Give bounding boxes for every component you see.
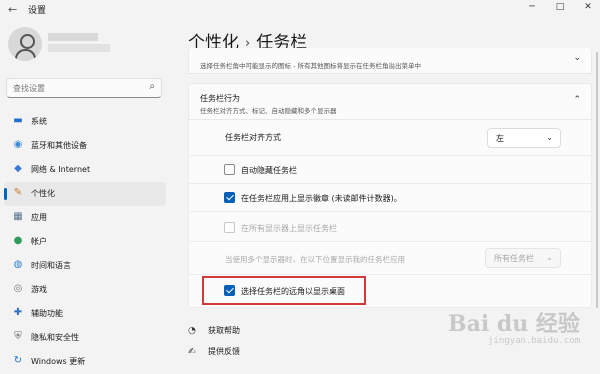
- feedback-icon: ✍: [188, 347, 196, 357]
- accessibility-icon: ✚: [13, 307, 23, 318]
- sidebar-item-label: 系统: [31, 117, 47, 126]
- chevron-down-icon: ⌄: [546, 253, 553, 262]
- app-title: 设置: [28, 6, 47, 16]
- sidebar-nav: ▬ 系统 ◉ 蓝牙和其他设备 ◆ 网络 & Internet ✎ 个性化 ▦ 应用 ● 帐户 ◍ 时间和语…: [4, 110, 166, 374]
- sidebar-item[interactable]: ⛨ 隐私和安全性: [4, 326, 166, 350]
- sidebar-item[interactable]: ✚ 辅助功能: [4, 302, 166, 326]
- minimize-button[interactable]: ─: [521, 0, 543, 14]
- sidebar-item[interactable]: ◍ 时间和语言: [4, 254, 166, 278]
- search-icon[interactable]: ⌕: [149, 81, 155, 92]
- update-icon: ↻: [13, 355, 23, 366]
- section-description: 任务栏对齐方式、标记、自动隐藏和多个显示器: [200, 107, 337, 115]
- sidebar-item-label: 隐私和安全性: [31, 333, 79, 342]
- globe-clock-icon: ◍: [13, 259, 23, 270]
- multi-display-dropdown[interactable]: 所有任务栏 ⌄: [485, 248, 561, 268]
- apps-icon: ▦: [13, 211, 23, 222]
- brush-icon: ✎: [13, 187, 23, 198]
- wifi-icon: ◆: [14, 163, 22, 174]
- user-avatar-icon: [20, 34, 35, 49]
- watermark: Bai du 经验 jingyan.baidu.com: [448, 306, 600, 356]
- back-arrow-icon[interactable]: ←: [8, 3, 17, 16]
- alignment-dropdown[interactable]: 左 ⌄: [487, 128, 561, 148]
- card-description: 选择任务栏角中可能显示的图标 - 所有其他图标将显示在任务栏角溢出菜单中: [200, 62, 421, 70]
- taskbar-alignment-row: 任务栏对齐方式 左 ⌄: [188, 120, 592, 156]
- help-icon: ◔: [188, 326, 196, 336]
- sidebar-item-label: 网络 & Internet: [31, 165, 91, 174]
- search-input[interactable]: [13, 80, 133, 96]
- annotation-highlight-box: [202, 276, 366, 305]
- sidebar-item[interactable]: ◉ 蓝牙和其他设备: [4, 134, 166, 158]
- avatar[interactable]: [8, 27, 42, 61]
- sidebar-item-label: 蓝牙和其他设备: [31, 141, 87, 150]
- watermark-text: Bai du 经验: [448, 311, 580, 337]
- shield-icon: ⛨: [14, 331, 22, 342]
- sidebar-item[interactable]: ↻ Windows 更新: [4, 350, 166, 374]
- search-box[interactable]: ⌕: [6, 78, 162, 98]
- multi-display-value: 所有任务栏: [494, 254, 534, 263]
- sidebar-item[interactable]: ◎ 游戏: [4, 278, 166, 302]
- badges-label[interactable]: 在任务栏应用上显示徽章 (未读邮件计数器)。: [241, 193, 402, 204]
- taskbar-corner-overflow-card[interactable]: 选择任务栏角中可能显示的图标 - 所有其他图标将显示在任务栏角溢出菜单中 ⌄: [188, 48, 592, 74]
- multi-display-row: 当使用多个显示器时，在以下位置显示我的任务栏应用 所有任务栏 ⌄: [188, 242, 592, 275]
- get-help-label: 获取帮助: [208, 326, 240, 335]
- sidebar-item[interactable]: ✎ 个性化: [4, 182, 166, 206]
- all-displays-row: 在所有显示器上显示任务栏: [188, 212, 592, 242]
- sidebar-item-label: 时间和语言: [31, 261, 71, 270]
- feedback-label: 提供反馈: [208, 347, 240, 356]
- close-button[interactable]: ✕: [577, 0, 599, 14]
- sidebar-item[interactable]: ◆ 网络 & Internet: [4, 158, 166, 182]
- feedback-link[interactable]: ✍ 提供反馈: [188, 346, 240, 357]
- alignment-label: 任务栏对齐方式: [225, 133, 281, 142]
- user-avatar-body: [15, 49, 36, 61]
- chevron-down-icon[interactable]: ⌄: [573, 53, 581, 63]
- settings-window: ← 设置 ─ □ ✕ ⌕ ▬ 系统 ◉ 蓝牙和其他设备 ◆ 网络 & Internet ✎ 个…: [0, 0, 600, 366]
- sidebar-item-label: 帐户: [31, 237, 47, 246]
- all-displays-label: 在所有显示器上显示任务栏: [241, 224, 337, 233]
- badges-row: 在任务栏应用上显示徽章 (未读邮件计数器)。: [188, 184, 592, 212]
- sidebar-item[interactable]: ▬ 系统: [4, 110, 166, 134]
- auto-hide-checkbox[interactable]: [224, 164, 235, 175]
- sidebar-item-label: 个性化: [31, 189, 55, 198]
- title-bar: ← 设置 ─ □ ✕: [0, 0, 600, 20]
- chevron-down-icon: ⌄: [546, 133, 553, 142]
- alignment-value: 左: [496, 134, 504, 143]
- monitor-icon: ▬: [13, 115, 23, 126]
- sidebar-item[interactable]: ● 帐户: [4, 230, 166, 254]
- taskbar-behaviors-card[interactable]: 任务栏行为 任务栏对齐方式、标记、自动隐藏和多个显示器 ⌃: [188, 83, 592, 120]
- bluetooth-icon: ◉: [13, 139, 23, 150]
- user-email-redacted: [48, 44, 110, 52]
- active-indicator: [4, 188, 7, 200]
- sidebar-item-label: 游戏: [31, 285, 47, 294]
- sidebar-item[interactable]: ▦ 应用: [4, 206, 166, 230]
- gamepad-icon: ◎: [13, 283, 23, 294]
- all-displays-checkbox[interactable]: [224, 222, 235, 233]
- badges-checkbox[interactable]: [224, 192, 235, 203]
- multi-display-label: 当使用多个显示器时，在以下位置显示我的任务栏应用: [225, 255, 405, 264]
- watermark-url: jingyan.baidu.com: [488, 336, 581, 346]
- scrollbar[interactable]: [596, 52, 598, 308]
- account-icon: ●: [13, 235, 23, 246]
- maximize-button[interactable]: □: [549, 0, 571, 14]
- section-title: 任务栏行为: [200, 94, 240, 103]
- user-name-redacted: [48, 33, 98, 41]
- sidebar-item-label: Windows 更新: [31, 357, 86, 366]
- get-help-link[interactable]: ◔ 获取帮助: [188, 325, 240, 336]
- auto-hide-row: 自动隐藏任务栏: [188, 156, 592, 184]
- sidebar-item-label: 应用: [31, 213, 47, 222]
- auto-hide-label[interactable]: 自动隐藏任务栏: [241, 165, 297, 176]
- chevron-up-icon[interactable]: ⌃: [573, 95, 581, 105]
- sidebar-item-label: 辅助功能: [31, 309, 63, 318]
